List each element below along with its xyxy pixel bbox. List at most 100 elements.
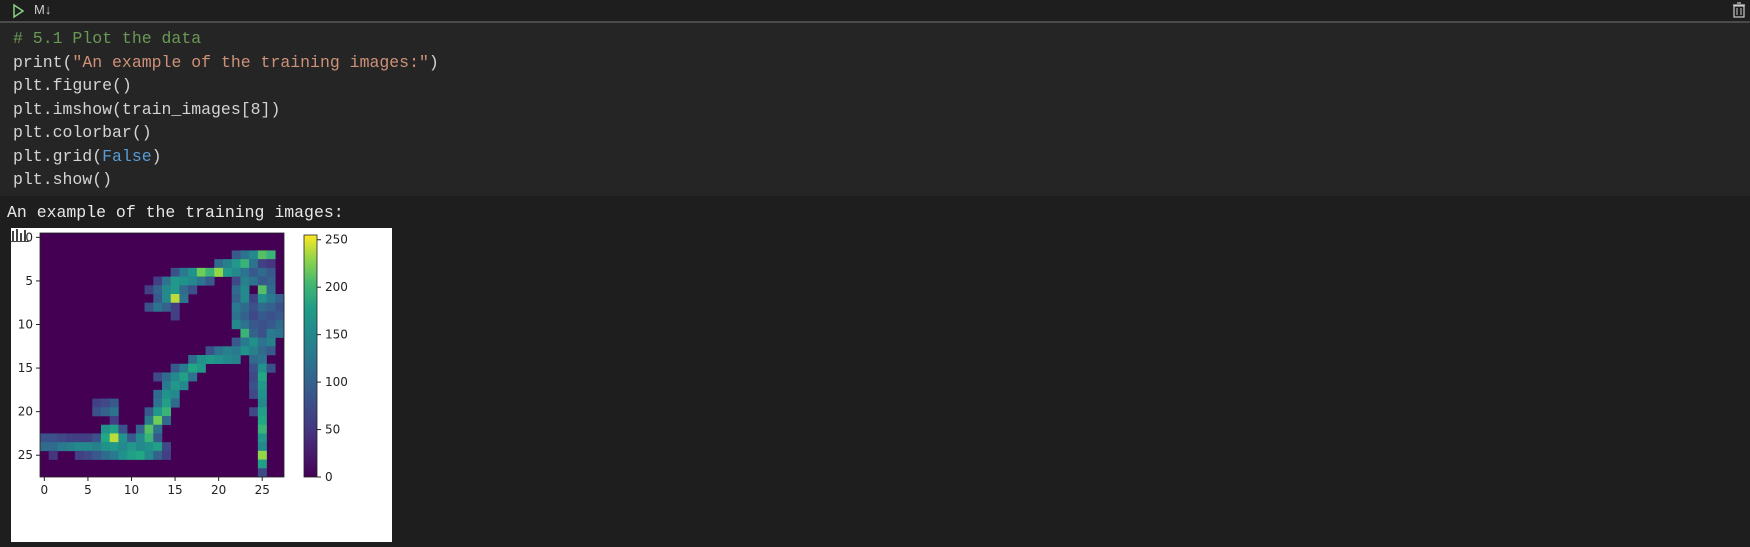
y-tick-label: 15 [18, 361, 33, 375]
heatmap-cell [266, 276, 276, 286]
trash-icon[interactable] [1732, 2, 1746, 18]
heatmap-cell [179, 267, 189, 277]
heatmap-cell [223, 267, 233, 277]
play-icon[interactable] [10, 3, 26, 19]
heatmap-cell [48, 450, 58, 460]
heatmap-cell [249, 294, 259, 304]
heatmap-cell [240, 250, 250, 260]
heatmap-cell [205, 355, 215, 365]
x-tick-label: 10 [124, 483, 139, 497]
heatmap-cell [240, 346, 250, 356]
heatmap-cell [170, 398, 180, 408]
code-token-const: False [102, 146, 152, 166]
heatmap-cell [223, 346, 233, 356]
heatmap-cell [162, 442, 172, 452]
heatmap-cell [266, 311, 276, 321]
heatmap-cell [144, 416, 154, 426]
heatmap-cell [162, 398, 172, 408]
heatmap-cell [249, 337, 259, 347]
heatmap-cell [170, 363, 180, 373]
code-line: # 5.1 Plot the data [13, 27, 439, 51]
heatmap-cell [170, 389, 180, 399]
heatmap-cell [162, 276, 172, 286]
heatmap-cell [257, 424, 267, 434]
x-tick-label: 15 [167, 483, 182, 497]
cell-type-toggle[interactable]: M↓ [34, 2, 51, 17]
heatmap-cell [231, 294, 241, 304]
heatmap-cell [257, 416, 267, 426]
heatmap-cell [231, 285, 241, 295]
heatmap-cell [109, 416, 119, 426]
heatmap-cell [249, 250, 259, 260]
x-tick-label: 0 [41, 483, 49, 497]
heatmap-cell [179, 363, 189, 373]
heatmap-cell [109, 433, 119, 443]
heatmap-cell [170, 302, 180, 312]
heatmap-cell [74, 450, 84, 460]
heatmap-cell [153, 276, 163, 286]
heatmap-cell [153, 424, 163, 434]
heatmap-cell [144, 442, 154, 452]
heatmap-cell [118, 424, 128, 434]
heatmap-cell [170, 372, 180, 382]
heatmap-cell [118, 442, 128, 452]
heatmap-cell [109, 407, 119, 417]
heatmap-cell [162, 450, 172, 460]
code-editor[interactable]: # 5.1 Plot the data print("An example of … [13, 27, 439, 192]
heatmap-cell [196, 355, 206, 365]
heatmap-cell [101, 433, 111, 443]
colorbar [303, 234, 318, 478]
heatmap-cell [249, 259, 259, 269]
heatmap-cell [135, 433, 145, 443]
heatmap-cell [92, 407, 102, 417]
heatmap-cell [83, 442, 93, 452]
heatmap-cell [188, 372, 198, 382]
chart-icon[interactable] [11, 228, 29, 242]
heatmap-cell [170, 311, 180, 321]
heatmap-cell [162, 372, 172, 382]
code-token-text: ) [151, 146, 162, 166]
heatmap-cell [92, 433, 102, 443]
heatmap-cell [153, 450, 163, 460]
heatmap-cell [205, 267, 215, 277]
heatmap-cell [48, 433, 58, 443]
code-token-text: ) [428, 52, 439, 72]
heatmap-cell [40, 433, 50, 443]
heatmap-cell [196, 267, 206, 277]
heatmap-cell [162, 302, 172, 312]
y-tick-label: 5 [25, 274, 33, 288]
heatmap-cell [257, 407, 267, 417]
cell-toolbar: M↓ [0, 0, 1750, 21]
heatmap-cell [92, 450, 102, 460]
heatmap-cell [214, 267, 224, 277]
heatmap-cell [48, 442, 58, 452]
heatmap-cell [135, 442, 145, 452]
heatmap-cell [240, 311, 250, 321]
heatmap-cell [249, 407, 259, 417]
heatmap-cell [266, 285, 276, 295]
code-cell[interactable]: # 5.1 Plot the data print("An example of … [0, 23, 1750, 196]
x-tick-label: 5 [84, 483, 92, 497]
code-token-text: plt.imshow(train_images[8]) [13, 99, 281, 119]
heatmap-cell [214, 346, 224, 356]
heatmap-cell [266, 294, 276, 304]
heatmap-cell [144, 302, 154, 312]
cell-output-text: An example of the training images: [7, 203, 344, 222]
heatmap-cell [205, 346, 215, 356]
heatmap-cell [135, 424, 145, 434]
heatmap-cell [257, 250, 267, 260]
heatmap-cell [266, 337, 276, 347]
colorbar-tick-label: 250 [325, 233, 348, 247]
code-token-text: plt.grid( [13, 146, 103, 166]
heatmap-cell [153, 416, 163, 426]
code-line: plt.show() [13, 168, 439, 192]
heatmap-cell [170, 276, 180, 286]
code-token-text: print( [13, 52, 73, 72]
colorbar-tick-label: 150 [325, 328, 348, 342]
heatmap-cell [257, 294, 267, 304]
heatmap-cell [170, 285, 180, 295]
heatmap-cell [266, 363, 276, 373]
heatmap-cell [74, 442, 84, 452]
heatmap-cell [101, 424, 111, 434]
heatmap-cell [249, 346, 259, 356]
